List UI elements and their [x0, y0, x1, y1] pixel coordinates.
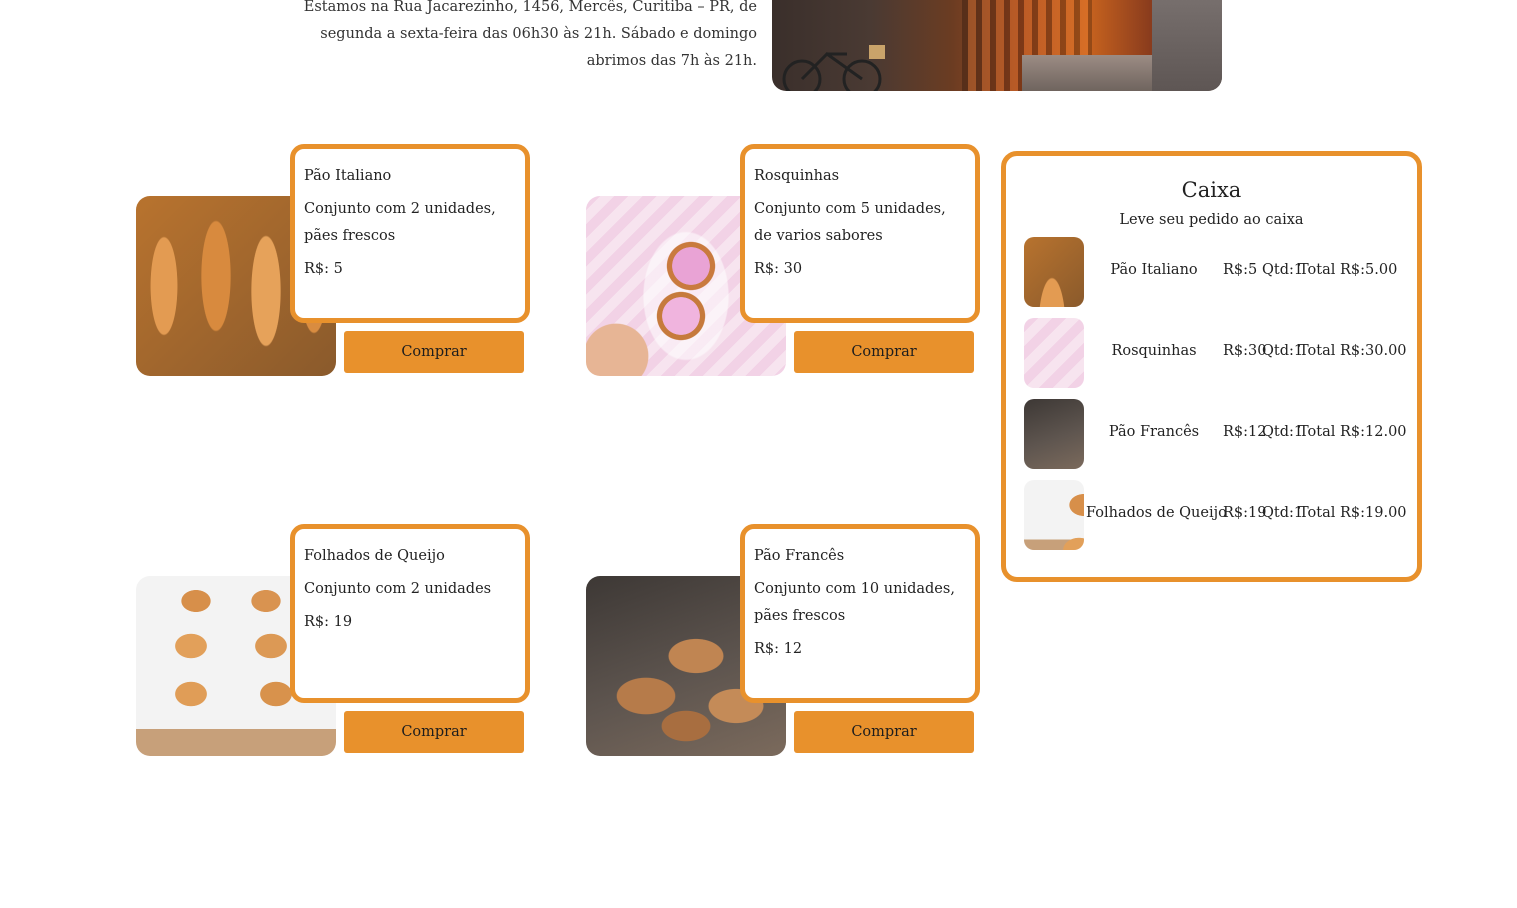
- buy-button[interactable]: Comprar: [794, 331, 974, 373]
- cart-item-thumbnail: [1024, 399, 1084, 469]
- product-item: Pão Francês Conjunto com 10 unidades, pã…: [586, 524, 986, 764]
- cart-item-total: Total R$:30.00: [1299, 343, 1407, 359]
- cart-title: Caixa: [1181, 178, 1242, 202]
- product-name: Rosquinhas: [754, 168, 840, 184]
- cart-item-total: Total R$:12.00: [1299, 424, 1407, 440]
- cart-item-qtd: Qtd:1: [1262, 262, 1304, 278]
- product-description: Conjunto com 10 unidades, pães frescos: [754, 581, 955, 624]
- cart-panel: Caixa Leve seu pedido ao caixa Pão Itali…: [1001, 151, 1422, 582]
- cart-item-thumbnail: [1024, 318, 1084, 388]
- cart-item-name: Folhados de Queijo: [1086, 505, 1227, 521]
- store-wall-image-part: [1152, 0, 1222, 91]
- cart-item-name: Pão Italiano: [1110, 262, 1198, 278]
- cart-item-price: R$:5: [1223, 262, 1258, 278]
- cart-item-qtd: Qtd:1: [1262, 343, 1304, 359]
- cart-subtitle: Leve seu pedido ao caixa: [1119, 212, 1304, 228]
- buy-button[interactable]: Comprar: [794, 711, 974, 753]
- product-name: Pão Francês: [754, 548, 845, 564]
- product-description: Conjunto com 2 unidades: [304, 581, 492, 597]
- store-hours-text: Estamos na Rua Jacarezinho, 1456, Mercês…: [303, 0, 757, 69]
- cart-item-qtd: Qtd:1: [1262, 424, 1304, 440]
- product-price: R$: 12: [754, 641, 803, 657]
- cart-item-qtd: Qtd:1: [1262, 505, 1304, 521]
- cart-item: Pão Italiano R$:5 Qtd:1 Total R$:5.00: [1024, 237, 1414, 307]
- cart-item-price: R$:19: [1223, 505, 1267, 521]
- cart-item-thumbnail: [1024, 237, 1084, 307]
- product-card: Pão Italiano Conjunto com 2 unidades, pã…: [290, 144, 530, 323]
- product-price: R$: 30: [754, 261, 803, 277]
- product-card: Folhados de Queijo Conjunto com 2 unidad…: [290, 524, 530, 703]
- cart-item: Folhados de Queijo R$:19 Qtd:1 Total R$:…: [1024, 480, 1414, 550]
- cart-item-total: Total R$:19.00: [1299, 505, 1407, 521]
- product-description: Conjunto com 2 unidades, pães frescos: [304, 201, 496, 244]
- product-card: Pão Francês Conjunto com 10 unidades, pã…: [740, 524, 980, 703]
- bicycle-icon: [782, 45, 885, 91]
- cart-item-price: R$:30: [1223, 343, 1267, 359]
- cart-item: Rosquinhas R$:30 Qtd:1 Total R$:30.00: [1024, 318, 1414, 388]
- buy-button[interactable]: Comprar: [344, 711, 524, 753]
- cart-item: Pão Francês R$:12 Qtd:1 Total R$:12.00: [1024, 399, 1414, 469]
- cart-item-name: Pão Francês: [1108, 424, 1200, 440]
- product-price: R$: 19: [304, 614, 353, 630]
- product-description: Conjunto com 5 unidades, de varios sabor…: [754, 201, 946, 244]
- cart-item-total: Total R$:5.00: [1299, 262, 1398, 278]
- cart-item-thumbnail: [1024, 480, 1084, 550]
- product-name: Pão Italiano: [304, 168, 392, 184]
- store-front-photo: [772, 0, 1222, 91]
- product-price: R$: 5: [304, 261, 343, 277]
- product-item: Folhados de Queijo Conjunto com 2 unidad…: [136, 524, 536, 764]
- buy-button[interactable]: Comprar: [344, 331, 524, 373]
- cart-item-price: R$:12: [1223, 424, 1267, 440]
- product-card: Rosquinhas Conjunto com 5 unidades, de v…: [740, 144, 980, 323]
- cart-item-name: Rosquinhas: [1111, 343, 1197, 359]
- product-item: Pão Italiano Conjunto com 2 unidades, pã…: [136, 144, 536, 384]
- product-name: Folhados de Queijo: [304, 548, 445, 564]
- product-item: Rosquinhas Conjunto com 5 unidades, de v…: [586, 144, 986, 384]
